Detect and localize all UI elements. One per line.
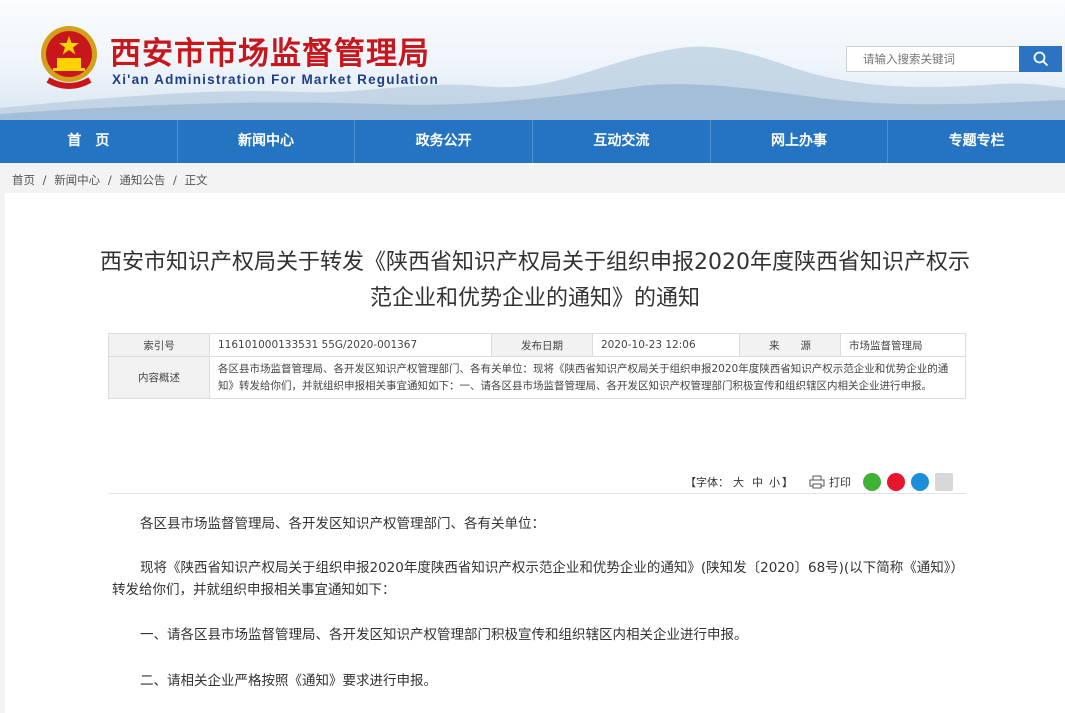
search-icon [1033,51,1048,67]
source-value: 市场监督管理局 [840,333,966,357]
site-subtitle: Xi'an Administration For Market Regulati… [112,72,439,87]
article-paragraph: 二、请相关企业严格按照《通知》要求进行申报。 [140,673,437,689]
breadcrumb-separator: / [173,173,177,187]
nav-government-affairs[interactable]: 政务公开 [355,120,534,163]
nav-home[interactable]: 首 页 [0,120,178,163]
article-paragraph: 一、请各区县市场监督管理局、各开发区知识产权管理部门积极宣传和组织辖区内相关企业… [140,627,748,643]
article-paragraph: 各区县市场监督管理局、各开发区知识产权管理部门、各有关单位： [140,516,545,532]
breadcrumb-home[interactable]: 首页 [12,173,35,187]
summary-label: 内容概述 [108,356,210,399]
site-header: 西安市市场监督管理局 Xi'an Administration For Mark… [0,0,1065,120]
search-input[interactable] [846,46,1020,72]
breadcrumb-separator: / [107,173,112,187]
date-value: 2020-10-23 12:06 [592,333,740,357]
article-divider [109,493,966,494]
nav-news[interactable]: 新闻中心 [178,120,356,163]
printer-icon[interactable] [809,475,825,489]
weibo-share-icon[interactable] [887,473,905,491]
main-nav: 首 页 新闻中心 政务公开 互动交流 网上办事 专题专栏 [0,120,1065,163]
breadcrumb-news[interactable]: 新闻中心 [54,173,100,187]
site-title: 西安市市场监督管理局 [110,36,430,72]
date-label: 发布日期 [491,333,593,357]
font-size-label: 【字体： [685,476,729,489]
breadcrumb-current: 正文 [184,173,208,187]
article-toolbar: 【字体： 大 中 小 】 打印 [685,472,953,492]
font-small-button[interactable]: 小 [769,474,780,490]
breadcrumb-separator: / [42,173,47,187]
search-box [846,46,1062,72]
copy-link-icon[interactable] [935,473,953,491]
national-emblem-icon [41,26,97,89]
qq-share-icon[interactable] [911,473,929,491]
font-big-button[interactable]: 大 [733,474,744,490]
font-size-end: 】 [782,476,793,489]
nav-special-topics[interactable]: 专题专栏 [888,120,1065,163]
search-button[interactable] [1019,46,1062,72]
breadcrumb-notices[interactable]: 通知公告 [119,173,165,187]
print-button[interactable]: 打印 [829,474,851,490]
index-label: 索引号 [108,333,210,357]
nav-online-services[interactable]: 网上办事 [711,120,889,163]
font-medium-button[interactable]: 中 [752,474,763,490]
summary-value: 各区县市场监督管理局、各开发区知识产权管理部门、各有关单位：现将《陕西省知识产权… [209,356,966,399]
breadcrumb: 首页 / 新闻中心 / 通知公告 / 正文 [12,172,212,188]
nav-interaction[interactable]: 互动交流 [533,120,711,163]
article-panel: 西安市知识产权局关于转发《陕西省知识产权局关于组织申报2020年度陕西省知识产权… [5,193,1065,713]
article-meta-table: 索引号 116101000133531 55G/2020-001367 发布日期… [108,333,966,399]
source-label: 来 源 [739,333,841,357]
index-value: 116101000133531 55G/2020-001367 [209,333,492,357]
wechat-share-icon[interactable] [863,473,881,491]
article-paragraph: 现将《陕西省知识产权局关于组织申报2020年度陕西省知识产权示范企业和优势企业的… [112,560,964,598]
article-title: 西安市知识产权局关于转发《陕西省知识产权局关于组织申报2020年度陕西省知识产权… [100,250,970,311]
